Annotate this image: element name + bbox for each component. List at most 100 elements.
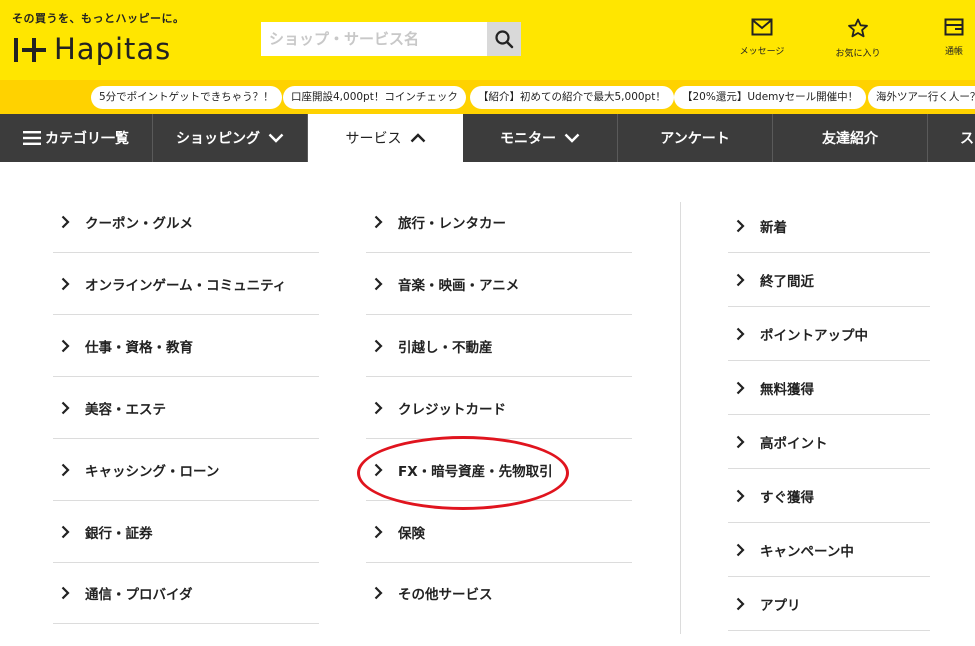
chevron-right-icon [736, 219, 750, 233]
passbook-link[interactable]: 通帳 [925, 18, 975, 57]
menu-link-label: すぐ獲得 [760, 489, 814, 506]
menu-link[interactable]: 通信・プロバイダ [53, 562, 319, 624]
menu-link-label: ポイントアップ中 [760, 327, 868, 344]
chevron-right-icon [61, 525, 75, 539]
chevron-right-icon [736, 489, 750, 503]
menu-link-label: キャッシング・ローン [85, 463, 220, 480]
menu-link-fx-crypto[interactable]: FX・暗号資産・先物取引 [366, 439, 632, 501]
site-tagline: その買うを、もっとハッピーに。 [12, 12, 185, 25]
menu-link[interactable]: 高ポイント [728, 415, 930, 469]
promo-pill[interactable]: 口座開設4,000pt！コインチェック [283, 86, 466, 109]
menu-link-label: キャンペーン中 [760, 543, 854, 560]
messages-label: メッセージ [739, 47, 785, 57]
menu-link[interactable]: アプリ [728, 577, 930, 631]
search-input[interactable] [261, 22, 487, 56]
passbook-label: 通帳 [944, 47, 963, 57]
chevron-right-icon [61, 339, 75, 353]
chevron-right-icon [374, 586, 388, 600]
menu-link[interactable]: キャッシング・ローン [53, 439, 319, 501]
nav-label: モニター [500, 131, 556, 147]
chevron-right-icon [61, 463, 75, 477]
menu-link[interactable]: 美容・エステ [53, 377, 319, 439]
nav-survey[interactable]: アンケート [618, 114, 773, 162]
chevron-down-icon [564, 133, 580, 143]
menu-link-label: 通信・プロバイダ [85, 586, 193, 603]
promo-pill[interactable]: 5分でポイントゲットできちゃう？！ [91, 86, 282, 109]
menu-link[interactable]: 終了間近 [728, 253, 930, 307]
menu-link-label: 保険 [398, 525, 425, 542]
promo-pill-bar: 5分でポイントゲットできちゃう？！ 口座開設4,000pt！コインチェック 【紹… [0, 80, 975, 114]
chevron-right-icon [736, 435, 750, 449]
site-logo[interactable]: Hapitas [12, 32, 171, 66]
menu-link[interactable]: その他サービス [366, 562, 632, 624]
menu-link[interactable]: 銀行・証券 [53, 501, 319, 563]
menu-link-label: 銀行・証券 [85, 525, 153, 542]
menu-link[interactable]: キャンペーン中 [728, 523, 930, 577]
chevron-right-icon [61, 586, 75, 600]
site-header: その買うを、もっとハッピーに。 Hapitas メッセージ お気に入り 通帳 [0, 0, 975, 80]
nav-label: アンケート [660, 131, 730, 147]
nav-overflow-item[interactable]: ス [928, 114, 975, 162]
menu-link-label: アプリ [760, 597, 801, 614]
menu-link-label: その他サービス [398, 587, 493, 603]
chevron-right-icon [736, 273, 750, 287]
menu-link[interactable]: ポイントアップ中 [728, 307, 930, 361]
menu-link[interactable]: 引越し・不動産 [366, 315, 632, 377]
favorites-label: お気に入り [835, 49, 881, 59]
mail-icon [751, 18, 773, 36]
menu-link[interactable]: クーポン・グルメ [53, 191, 319, 253]
favorites-link[interactable]: お気に入り [818, 18, 898, 59]
menu-link-label: オンラインゲーム・コミュニティ [85, 277, 287, 294]
chevron-right-icon [736, 597, 750, 611]
menu-link[interactable]: すぐ獲得 [728, 469, 930, 523]
chevron-up-icon [410, 133, 425, 143]
nav-label: カテゴリ一覧 [45, 131, 129, 147]
menu-link[interactable]: 旅行・レンタカー [366, 191, 632, 253]
promo-pill[interactable]: 【20%還元】Udemyセール開催中！ [674, 86, 867, 109]
chevron-right-icon [736, 327, 750, 341]
chevron-right-icon [374, 463, 388, 477]
passbook-icon [944, 18, 964, 36]
nav-label: ショッピング [176, 131, 260, 147]
menu-link-label: 美容・エステ [85, 401, 166, 418]
menu-link-label: クーポン・グルメ [85, 215, 193, 232]
menu-link[interactable]: 音楽・映画・アニメ [366, 253, 632, 315]
nav-category-list[interactable]: カテゴリ一覧 [0, 114, 153, 162]
promo-pill[interactable]: 海外ツアー行く人ー？ [868, 86, 975, 109]
menu-link-label: 無料獲得 [760, 381, 814, 398]
nav-shopping[interactable]: ショッピング [153, 114, 308, 162]
chevron-right-icon [61, 277, 75, 291]
hamburger-icon [23, 131, 41, 145]
menu-link-label: 旅行・レンタカー [398, 215, 506, 232]
main-nav: カテゴリ一覧 ショッピング サービス モニター アンケート 友達紹介 ス [0, 114, 975, 162]
menu-link[interactable]: 新着 [728, 199, 930, 253]
messages-link[interactable]: メッセージ [722, 18, 802, 57]
promo-pill[interactable]: 【紹介】初めての紹介で最大5,000pt！ [470, 86, 674, 109]
nav-services[interactable]: サービス [308, 114, 463, 162]
chevron-right-icon [374, 525, 388, 539]
menu-link[interactable]: クレジットカード [366, 377, 632, 439]
chevron-right-icon [374, 401, 388, 415]
menu-link-label: 新着 [760, 219, 787, 236]
menu-link-label: 高ポイント [760, 435, 828, 452]
nav-label: サービス [345, 131, 402, 147]
nav-label: ス [960, 131, 974, 147]
star-icon [848, 18, 868, 38]
search-icon [495, 30, 514, 49]
column-divider [680, 202, 681, 634]
menu-link-label: FX・暗号資産・先物取引 [398, 463, 553, 480]
menu-link[interactable]: 無料獲得 [728, 361, 930, 415]
menu-link[interactable]: 仕事・資格・教育 [53, 315, 319, 377]
search-bar [261, 22, 521, 56]
menu-link[interactable]: 保険 [366, 501, 632, 563]
nav-friend-referral[interactable]: 友達紹介 [773, 114, 928, 162]
nav-monitor[interactable]: モニター [463, 114, 618, 162]
menu-link[interactable]: オンラインゲーム・コミュニティ [53, 253, 319, 315]
logo-mark-icon [12, 34, 48, 64]
chevron-down-icon [268, 133, 284, 143]
chevron-right-icon [61, 401, 75, 415]
search-button[interactable] [487, 22, 521, 56]
chevron-right-icon [736, 381, 750, 395]
chevron-right-icon [374, 277, 388, 291]
chevron-right-icon [374, 215, 388, 229]
